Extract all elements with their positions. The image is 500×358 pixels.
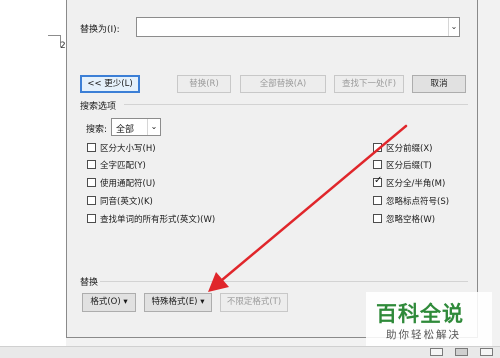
format-button[interactable]: 格式(O) ▾ bbox=[82, 293, 136, 312]
group-divider bbox=[124, 104, 468, 105]
match-case-checkbox[interactable] bbox=[87, 143, 96, 152]
replace-button[interactable]: 替换(R) bbox=[177, 75, 231, 93]
ignore-punctuation-label: 忽略标点符号(S) bbox=[386, 197, 450, 207]
match-width-checkbox[interactable] bbox=[373, 175, 382, 187]
document-page bbox=[0, 0, 66, 346]
chevron-down-icon: ▾ bbox=[200, 297, 205, 307]
whole-word-checkbox[interactable] bbox=[87, 160, 96, 169]
search-direction-select[interactable]: 全部 ⌄ bbox=[111, 118, 161, 136]
cancel-button[interactable]: 取消 bbox=[412, 75, 466, 93]
sounds-like-checkbox[interactable] bbox=[87, 196, 96, 205]
special-format-button[interactable]: 特殊格式(E) ▾ bbox=[144, 293, 212, 312]
find-next-button[interactable]: 查找下一处(F) bbox=[334, 75, 404, 93]
match-suffix-label: 区分后缀(T) bbox=[386, 161, 432, 171]
watermark-slogan: 助你轻松解决 bbox=[386, 329, 461, 341]
match-width-label: 区分全/半角(M) bbox=[386, 179, 446, 189]
format-button-label: 格式(O) bbox=[90, 297, 121, 307]
group-divider bbox=[100, 281, 468, 282]
match-case-label: 区分大小写(H) bbox=[100, 144, 156, 154]
web-layout-view-icon[interactable] bbox=[480, 348, 493, 356]
margin-marker bbox=[48, 35, 60, 36]
replace-with-label: 替换为(I): bbox=[80, 25, 120, 35]
chevron-down-icon: ▾ bbox=[123, 297, 128, 307]
status-bar bbox=[0, 346, 500, 358]
search-direction-label: 搜索: bbox=[86, 125, 108, 135]
less-button[interactable]: << 更少(L) bbox=[80, 75, 140, 93]
match-prefix-label: 区分前缀(X) bbox=[386, 144, 433, 154]
print-layout-view-icon[interactable] bbox=[455, 348, 468, 356]
whole-word-label: 全字匹配(Y) bbox=[100, 161, 146, 171]
replace-with-input[interactable] bbox=[136, 17, 460, 37]
ignore-whitespace-checkbox[interactable] bbox=[373, 214, 382, 223]
ignore-whitespace-label: 忽略空格(W) bbox=[386, 215, 436, 225]
match-prefix-checkbox[interactable] bbox=[373, 143, 382, 152]
replace-history-dropdown[interactable]: ⌄ bbox=[448, 18, 459, 36]
replace-group-heading: 替换 bbox=[80, 278, 99, 288]
all-word-forms-label: 查找单词的所有形式(英文)(W) bbox=[100, 215, 216, 225]
document-text-fragment: 2 bbox=[60, 41, 66, 51]
watermark-logo: 百科全说 bbox=[376, 302, 464, 326]
match-suffix-checkbox[interactable] bbox=[373, 160, 382, 169]
all-word-forms-checkbox[interactable] bbox=[87, 214, 96, 223]
read-mode-view-icon[interactable] bbox=[430, 348, 443, 356]
replace-all-button[interactable]: 全部替换(A) bbox=[240, 75, 326, 93]
no-formatting-button[interactable]: 不限定格式(T) bbox=[220, 293, 288, 312]
special-format-button-label: 特殊格式(E) bbox=[151, 297, 198, 307]
chevron-down-icon: ⌄ bbox=[147, 119, 160, 135]
wildcards-checkbox[interactable] bbox=[87, 178, 96, 187]
search-options-heading: 搜索选项 bbox=[80, 102, 117, 112]
sounds-like-label: 同音(英文)(K) bbox=[100, 197, 153, 207]
ignore-punctuation-checkbox[interactable] bbox=[373, 196, 382, 205]
wildcards-label: 使用通配符(U) bbox=[100, 179, 156, 189]
search-direction-value: 全部 bbox=[116, 125, 135, 135]
